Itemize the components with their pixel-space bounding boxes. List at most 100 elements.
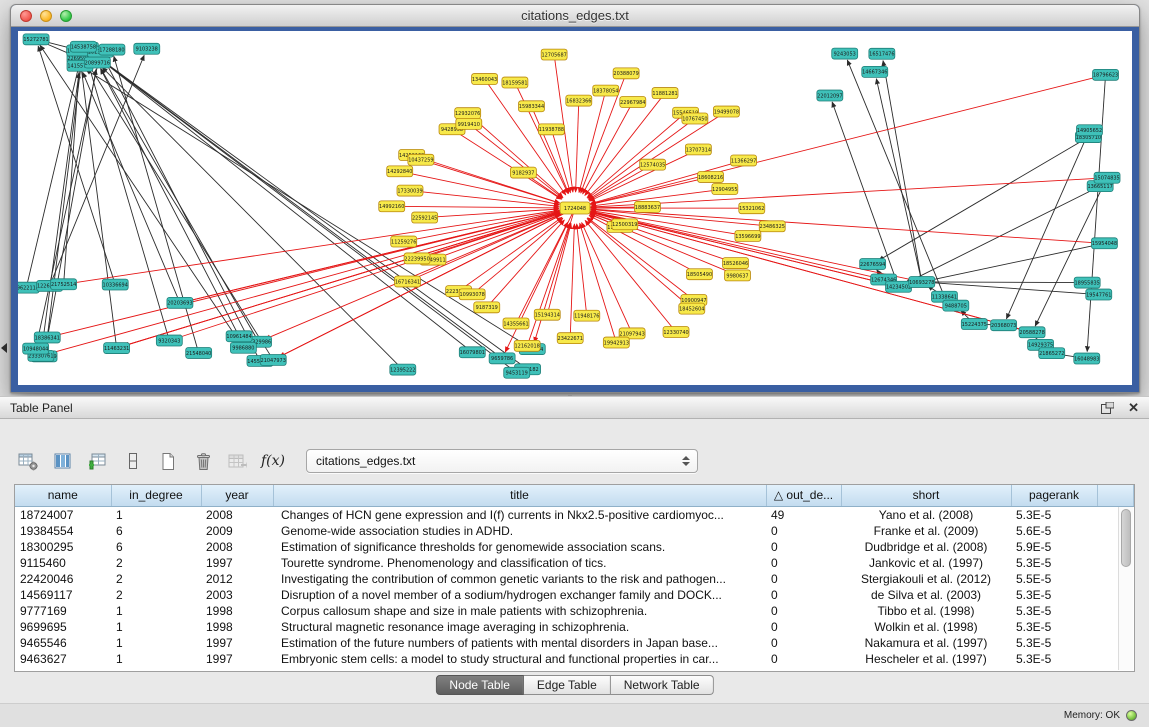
- cell-title[interactable]: Structural magnetic resonance image aver…: [273, 619, 766, 635]
- cell-out_degree[interactable]: 0: [766, 523, 841, 539]
- graph-edge-reference[interactable]: [102, 67, 403, 369]
- graph-node-citation[interactable]: 20203693: [167, 297, 193, 308]
- cell-short[interactable]: Jankovic et al. (1997): [841, 555, 1011, 571]
- graph-edge-reference[interactable]: [50, 55, 145, 286]
- graph-node-reference[interactable]: 11259276: [391, 236, 417, 247]
- row-view-icon[interactable]: [121, 449, 145, 473]
- graph-edge-reference[interactable]: [81, 65, 117, 348]
- show-columns-icon[interactable]: [51, 449, 75, 473]
- graph-edge-reference[interactable]: [929, 243, 1105, 280]
- graph-edge-reference[interactable]: [89, 51, 528, 370]
- graph-node-reference[interactable]: 18452604: [679, 303, 705, 314]
- graph-node-citation[interactable]: 10961484: [226, 331, 252, 342]
- cell-pagerank[interactable]: 5.3E-5: [1011, 619, 1097, 635]
- cell-short[interactable]: Wolkin et al. (1998): [841, 619, 1011, 635]
- graph-node-reference[interactable]: 9919410: [456, 118, 482, 129]
- cell-year[interactable]: 1997: [201, 555, 273, 571]
- graph-node-reference[interactable]: 14355661: [503, 318, 529, 329]
- column-header-name[interactable]: name: [15, 485, 111, 506]
- graph-node-citation[interactable]: 21752514: [51, 279, 77, 290]
- cell-short[interactable]: Stergiakouli et al. (2012): [841, 571, 1011, 587]
- graph-node-citation[interactable]: 15074835: [1094, 172, 1120, 183]
- cell-title[interactable]: Estimation of the future numbers of pati…: [273, 635, 766, 651]
- cell-out_degree[interactable]: 0: [766, 555, 841, 571]
- graph-node-citation[interactable]: 14234502: [886, 281, 912, 292]
- graph-node-citation[interactable]: 21865272: [1039, 348, 1065, 359]
- column-header-pagerank[interactable]: pagerank: [1011, 485, 1097, 506]
- cell-year[interactable]: 2012: [201, 571, 273, 587]
- graph-node-citation[interactable]: 14905652: [1076, 125, 1102, 136]
- graph-node-citation[interactable]: 20368073: [991, 320, 1017, 331]
- graph-node-citation[interactable]: 18955835: [1074, 277, 1100, 288]
- graph-edge-citation[interactable]: [554, 55, 573, 193]
- cell-in_degree[interactable]: 1: [111, 603, 201, 619]
- graph-node-reference[interactable]: 12904955: [712, 184, 738, 195]
- cell-in_degree[interactable]: 2: [111, 571, 201, 587]
- cell-short[interactable]: Tibbo et al. (1998): [841, 603, 1011, 619]
- graph-edge-citation[interactable]: [516, 222, 568, 323]
- network-canvas[interactable]: 2269596815272781225813441415573614197167…: [18, 31, 1132, 385]
- graph-edge-citation[interactable]: [551, 129, 570, 192]
- graph-node-reference[interactable]: 12705687: [541, 49, 567, 60]
- graph-edge-reference[interactable]: [91, 52, 472, 352]
- graph-node-reference[interactable]: 15983344: [519, 101, 545, 112]
- new-file-icon[interactable]: [156, 449, 180, 473]
- cell-pagerank[interactable]: 5.3E-5: [1011, 506, 1097, 523]
- graph-node-citation[interactable]: 21047973: [260, 354, 286, 365]
- graph-node-reference[interactable]: 18505490: [686, 269, 712, 280]
- graph-node-reference[interactable]: 22239950: [404, 253, 430, 264]
- graph-node-reference[interactable]: 14992160: [379, 201, 405, 212]
- cell-title[interactable]: Estimation of significance thresholds fo…: [273, 539, 766, 555]
- graph-node-reference[interactable]: 23486325: [759, 221, 785, 232]
- graph-edge-reference[interactable]: [38, 46, 115, 285]
- graph-node-citation[interactable]: 11463231: [104, 343, 130, 354]
- cell-title[interactable]: Investigating the contribution of common…: [273, 571, 766, 587]
- table-row[interactable]: 946362711997Embryonic stem cells: a mode…: [15, 651, 1134, 667]
- graph-node-citation[interactable]: 22676594: [860, 259, 886, 270]
- cell-short[interactable]: Nakamura et al. (1997): [841, 635, 1011, 651]
- graph-node-reference[interactable]: 18608216: [698, 172, 724, 183]
- cell-name[interactable]: 9699695: [15, 619, 111, 635]
- graph-node-reference[interactable]: 18378054: [593, 85, 619, 96]
- cell-in_degree[interactable]: 2: [111, 555, 201, 571]
- cell-year[interactable]: 1998: [201, 603, 273, 619]
- graph-node-citation[interactable]: 9488705: [943, 300, 969, 311]
- graph-edge-citation[interactable]: [392, 206, 559, 208]
- cell-out_degree[interactable]: 0: [766, 587, 841, 603]
- graph-node-citation[interactable]: 9453119: [504, 367, 530, 378]
- cell-out_degree[interactable]: 0: [766, 619, 841, 635]
- create-column-icon[interactable]: [86, 449, 110, 473]
- cell-out_degree[interactable]: 0: [766, 651, 841, 667]
- graph-node-reference[interactable]: 12574035: [640, 159, 666, 170]
- tab-edge-table[interactable]: Edge Table: [524, 675, 611, 695]
- vertical-scrollbar[interactable]: [1118, 507, 1133, 670]
- table-row[interactable]: 946554611997Estimation of the future num…: [15, 635, 1134, 651]
- graph-node-citation[interactable]: 17288180: [99, 44, 125, 55]
- graph-node-reference[interactable]: 12932076: [455, 108, 481, 119]
- graph-edge-reference[interactable]: [1035, 178, 1107, 326]
- graph-node-citation[interactable]: 16517476: [869, 48, 895, 59]
- cell-out_degree[interactable]: 49: [766, 506, 841, 523]
- cell-name[interactable]: 18724007: [15, 506, 111, 523]
- graph-node-citation[interactable]: 18796623: [1093, 69, 1119, 80]
- column-header-title[interactable]: title: [273, 485, 766, 506]
- graph-hub-node[interactable]: 1724048: [560, 202, 590, 214]
- cell-title[interactable]: Tourette syndrome. Phenomenology and cla…: [273, 555, 766, 571]
- graph-node-citation[interactable]: 10336694: [102, 279, 128, 290]
- graph-node-citation[interactable]: 16079801: [459, 347, 485, 358]
- graph-edge-reference[interactable]: [36, 59, 99, 349]
- graph-node-citation[interactable]: 9986880: [230, 342, 256, 353]
- graph-node-citation[interactable]: 9320343: [156, 335, 182, 346]
- cell-out_degree[interactable]: 0: [766, 635, 841, 651]
- graph-edge-citation[interactable]: [576, 101, 579, 192]
- float-panel-icon[interactable]: [1101, 402, 1114, 414]
- cell-title[interactable]: Disruption of a novel member of a sodium…: [273, 587, 766, 603]
- cell-in_degree[interactable]: 2: [111, 587, 201, 603]
- graph-node-citation[interactable]: 20899716: [84, 57, 110, 68]
- graph-edge-citation[interactable]: [575, 208, 1097, 243]
- graph-node-citation[interactable]: 10948044: [23, 343, 49, 354]
- cell-out_degree[interactable]: 0: [766, 571, 841, 587]
- cell-pagerank[interactable]: 5.3E-5: [1011, 587, 1097, 603]
- graph-edge-reference[interactable]: [44, 69, 96, 356]
- cell-in_degree[interactable]: 1: [111, 506, 201, 523]
